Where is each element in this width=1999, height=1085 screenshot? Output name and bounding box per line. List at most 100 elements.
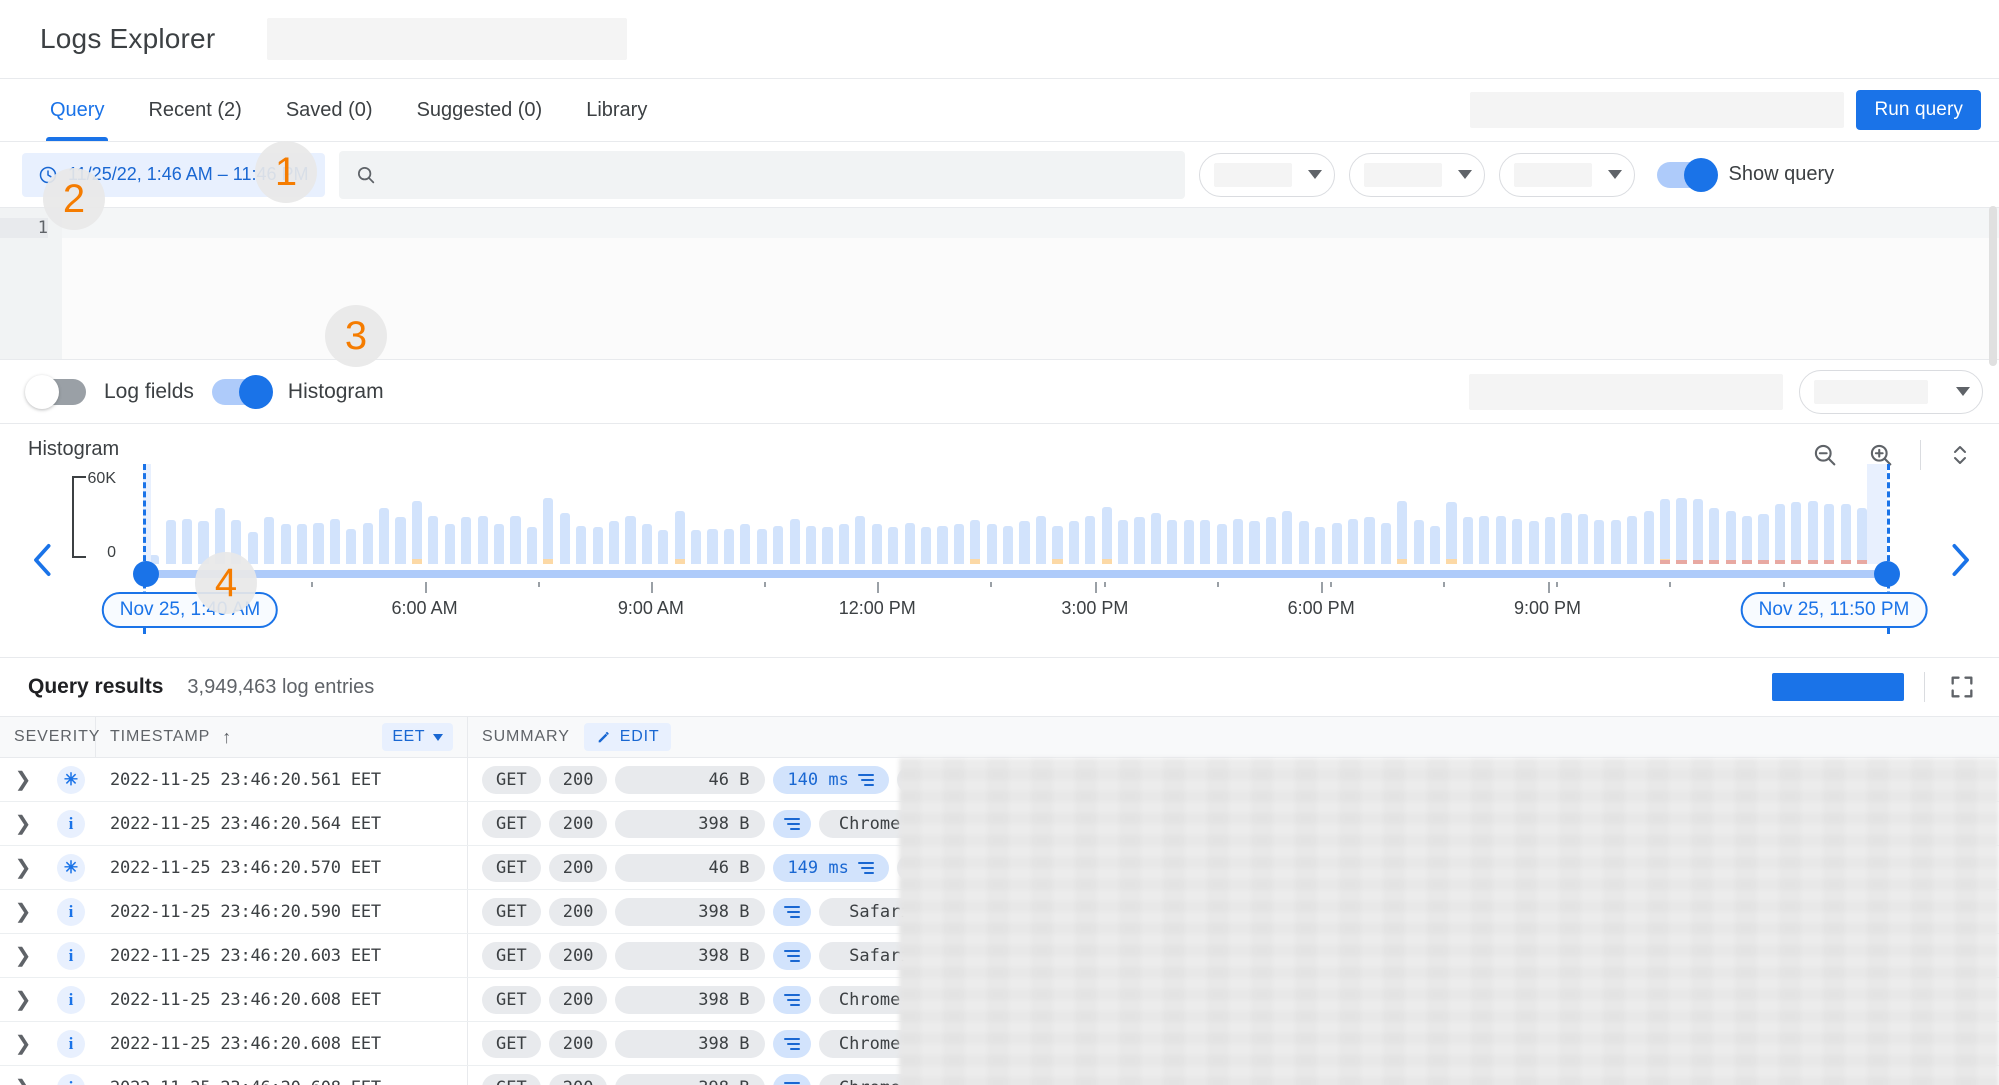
histogram-bar-slot[interactable] [1279, 476, 1295, 564]
column-header-severity[interactable]: SEVERITY [0, 717, 99, 757]
expand-row-button[interactable]: ❯ [0, 902, 46, 922]
histogram-bar-slot[interactable] [1870, 476, 1886, 564]
histogram-bar-slot[interactable] [1049, 476, 1065, 564]
histogram-bar-slot[interactable] [376, 476, 392, 564]
histogram-bar-slot[interactable] [442, 476, 458, 564]
histogram-bar-slot[interactable] [1525, 476, 1541, 564]
histogram-bar-slot[interactable] [1558, 476, 1574, 564]
histogram-bar-slot[interactable] [1082, 476, 1098, 564]
show-query-toggle[interactable] [1656, 157, 1718, 192]
column-header-summary[interactable]: SUMMARY EDIT [468, 717, 1999, 757]
histogram-bar-slot[interactable] [1690, 476, 1706, 564]
histogram-bar-slot[interactable] [1673, 476, 1689, 564]
histogram-bar-slot[interactable] [885, 476, 901, 564]
histogram-bar-slot[interactable] [474, 476, 490, 564]
histogram-bar-slot[interactable] [1066, 476, 1082, 564]
histogram-bar-slot[interactable] [1131, 476, 1147, 564]
histogram-bar-slot[interactable] [1246, 476, 1262, 564]
histogram-bar-slot[interactable] [803, 476, 819, 564]
histogram-bar-slot[interactable] [622, 476, 638, 564]
histogram-bar-slot[interactable] [228, 476, 244, 564]
histogram-bar-slot[interactable] [688, 476, 704, 564]
histogram-bar-slot[interactable] [770, 476, 786, 564]
histogram-bar-slot[interactable] [606, 476, 622, 564]
histogram-bar-slot[interactable] [1509, 476, 1525, 564]
histogram-bar-slot[interactable] [212, 476, 228, 564]
tab-suggested-0[interactable]: Suggested (0) [395, 79, 565, 141]
histogram-bar-slot[interactable] [146, 476, 162, 564]
tab-library[interactable]: Library [564, 79, 669, 141]
histogram-bar-slot[interactable] [294, 476, 310, 564]
histogram-bar-slot[interactable] [852, 476, 868, 564]
histogram-bar-slot[interactable] [754, 476, 770, 564]
histogram-bar-slot[interactable] [310, 476, 326, 564]
histogram-next-button[interactable] [1943, 540, 1977, 580]
histogram-bar-slot[interactable] [1345, 476, 1361, 564]
histogram-bar-slot[interactable] [984, 476, 1000, 564]
histogram-bar-slot[interactable] [672, 476, 688, 564]
expand-row-button[interactable]: ❯ [0, 814, 46, 834]
editor-scrollbar[interactable] [1989, 206, 1997, 366]
histogram-bar-slot[interactable] [195, 476, 211, 564]
histogram-bar-slot[interactable] [1115, 476, 1131, 564]
expand-collapse-button[interactable] [1943, 438, 1977, 472]
histogram-bar-slot[interactable] [277, 476, 293, 564]
histogram-bar-slot[interactable] [392, 476, 408, 564]
histogram-bar-slot[interactable] [967, 476, 983, 564]
histogram-bar-slot[interactable] [1493, 476, 1509, 564]
zoom-in-button[interactable] [1864, 438, 1898, 472]
histogram-bar-slot[interactable] [1657, 476, 1673, 564]
histogram-bar-slot[interactable] [786, 476, 802, 564]
histogram-bar-slot[interactable] [934, 476, 950, 564]
search-field[interactable] [338, 150, 1185, 199]
histogram-bar-slot[interactable] [1296, 476, 1312, 564]
filter-dropdown-3[interactable] [1498, 152, 1635, 197]
results-redacted-action[interactable] [1772, 673, 1904, 701]
run-query-button[interactable]: Run query [1856, 90, 1981, 130]
histogram-toggle[interactable] [211, 374, 273, 409]
fullscreen-button[interactable] [1945, 670, 1979, 704]
histogram-bar-slot[interactable] [1181, 476, 1197, 564]
histogram-bar-slot[interactable] [639, 476, 655, 564]
histogram-bar-slot[interactable] [1460, 476, 1476, 564]
timezone-selector[interactable]: EET [382, 723, 453, 751]
histogram-bar-slot[interactable] [1427, 476, 1443, 564]
time-range-slider[interactable] [133, 561, 1900, 587]
histogram-bar-slot[interactable] [1772, 476, 1788, 564]
histogram-bar-slot[interactable] [1788, 476, 1804, 564]
expand-row-button[interactable]: ❯ [0, 1078, 46, 1085]
histogram-bar-slot[interactable] [1608, 476, 1624, 564]
expand-row-button[interactable]: ❯ [0, 1034, 46, 1054]
histogram-bar-slot[interactable] [1000, 476, 1016, 564]
histogram-bar-slot[interactable] [1575, 476, 1591, 564]
histogram-bar-slot[interactable] [245, 476, 261, 564]
expand-row-button[interactable]: ❯ [0, 990, 46, 1010]
histogram-bar-slot[interactable] [1410, 476, 1426, 564]
histogram-bar-slot[interactable] [1033, 476, 1049, 564]
histogram-bar-slot[interactable] [1591, 476, 1607, 564]
log-fields-toggle[interactable] [25, 374, 86, 409]
histogram-bar-slot[interactable] [1854, 476, 1870, 564]
expand-row-button[interactable]: ❯ [0, 946, 46, 966]
toggles-dropdown[interactable] [1799, 369, 1983, 414]
histogram-bar-slot[interactable] [1016, 476, 1032, 564]
histogram-bar-slot[interactable] [1755, 476, 1771, 564]
histogram-bar-slot[interactable] [589, 476, 605, 564]
histogram-bar-slot[interactable] [1328, 476, 1344, 564]
tab-saved-0[interactable]: Saved (0) [264, 79, 395, 141]
histogram-bar-slot[interactable] [179, 476, 195, 564]
histogram-bar-slot[interactable] [1837, 476, 1853, 564]
expand-row-button[interactable]: ❯ [0, 770, 46, 790]
histogram-bar-slot[interactable] [491, 476, 507, 564]
histogram-bar-slot[interactable] [1805, 476, 1821, 564]
histogram-bar-slot[interactable] [261, 476, 277, 564]
histogram-bar-slot[interactable] [1706, 476, 1722, 564]
histogram-bar-slot[interactable] [1230, 476, 1246, 564]
histogram-bar-slot[interactable] [573, 476, 589, 564]
histogram-bar-slot[interactable] [425, 476, 441, 564]
expand-row-button[interactable]: ❯ [0, 858, 46, 878]
tab-query[interactable]: Query [28, 79, 126, 141]
histogram-bar-slot[interactable] [1148, 476, 1164, 564]
histogram-bar-slot[interactable] [1821, 476, 1837, 564]
histogram-bar-slot[interactable] [1476, 476, 1492, 564]
